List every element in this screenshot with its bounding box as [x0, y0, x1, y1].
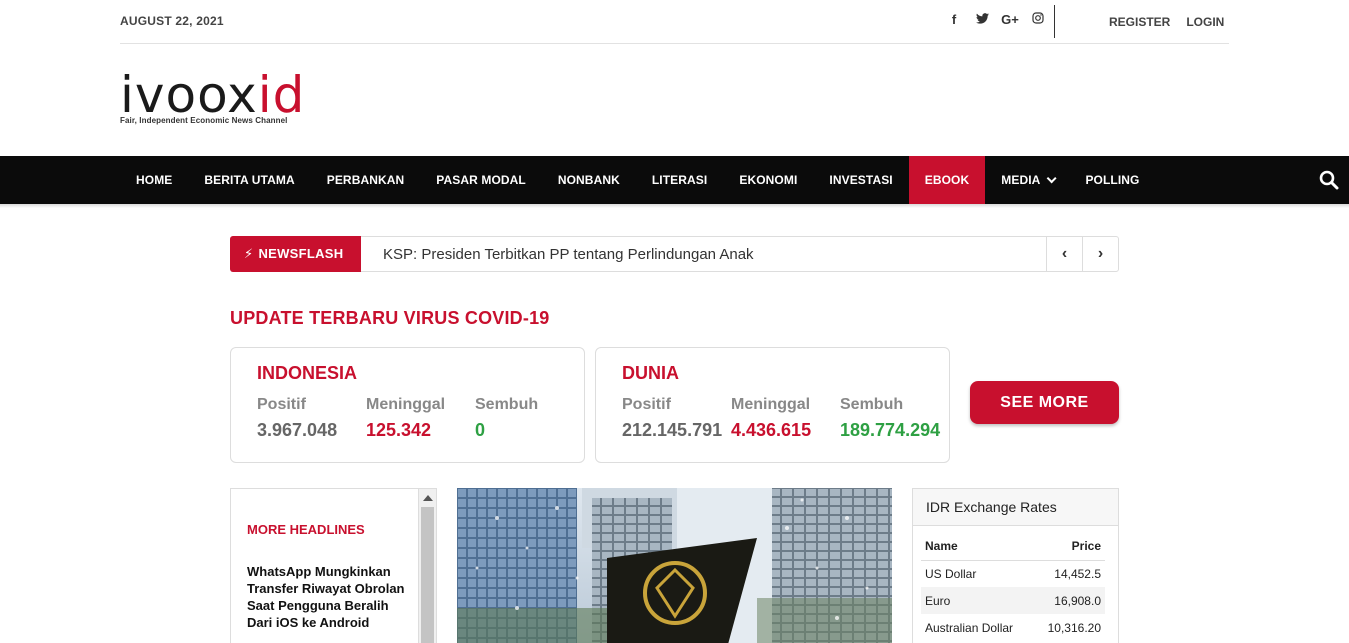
stat-value: 212.145.791 [622, 420, 723, 440]
chevron-down-icon [1047, 173, 1058, 184]
stat-value: 3.967.048 [257, 420, 338, 440]
newsflash-ticker: ⚡ NEWSFLASH KSP: Presiden Terbitkan PP te… [230, 236, 1119, 272]
stat-value: 189.774.294 [840, 420, 941, 440]
lightning-icon: ⚡ [244, 246, 254, 261]
currency-name: US Dollar [925, 566, 977, 581]
stat-label: Sembuh [840, 396, 904, 413]
stat-sembuh: Sembuh 189.774.294 [840, 396, 940, 441]
exchange-rates-widget: IDR Exchange Rates Name Price US Dollar … [912, 488, 1119, 643]
nav-item-nonbank[interactable]: NONBANK [542, 156, 636, 204]
search-icon[interactable] [1319, 170, 1339, 190]
register-link[interactable]: REGISTER [1109, 15, 1170, 29]
nav-item-literasi[interactable]: LITERASI [636, 156, 723, 204]
column-header-price: Price [1033, 533, 1105, 561]
nav-item-pasar-modal[interactable]: PASAR MODAL [420, 156, 542, 204]
scrollbar-thumb[interactable] [421, 507, 434, 643]
currency-price: 16,908.0 [1033, 587, 1105, 614]
social-links: f G+ [940, 12, 1052, 27]
table-header-row: Name Price [921, 533, 1105, 561]
nav-item-media[interactable]: MEDIA [985, 156, 1069, 204]
exchange-rates-table: Name Price US Dollar 14,452.5 Euro 16,90… [921, 533, 1105, 641]
nav-item-home[interactable]: HOME [120, 156, 188, 204]
stat-value: 125.342 [366, 420, 432, 440]
stat-value: 0 [475, 420, 486, 440]
covid-section-title: UPDATE TERBARU VIRUS COVID-19 [230, 308, 550, 328]
card-title: INDONESIA [257, 363, 358, 383]
login-link[interactable]: LOGIN [1186, 15, 1224, 29]
table-row: Euro 16,908.0 [921, 587, 1105, 614]
stat-positif: Positif 212.145.791 [622, 396, 722, 441]
card-title: DUNIA [622, 363, 679, 383]
featured-article-image[interactable] [457, 488, 892, 643]
scrollbar[interactable] [418, 489, 436, 643]
instagram-icon[interactable] [1024, 12, 1052, 27]
stat-label: Positif [622, 396, 671, 413]
nav-item-ekonomi[interactable]: EKONOMI [723, 156, 813, 204]
headline-link[interactable]: WhatsApp Mungkinkan Transfer Riwayat Obr… [247, 563, 407, 631]
nav-item-ebook[interactable]: EBOOK [908, 156, 986, 204]
nav-item-polling[interactable]: POLLING [1069, 156, 1155, 204]
main-navigation: HOME BERITA UTAMA PERBANKAN PASAR MODAL … [0, 156, 1349, 208]
current-date: AUGUST 22, 2021 [120, 14, 224, 28]
top-bar-divider [1054, 5, 1055, 38]
newsflash-label: ⚡ NEWSFLASH [230, 236, 361, 272]
stat-sembuh: Sembuh 0 [475, 396, 538, 441]
site-logo[interactable]: ivooxid Fair, Independent Economic News … [120, 70, 305, 125]
stat-label: Meninggal [366, 396, 446, 413]
exchange-rates-title: IDR Exchange Rates [913, 489, 1118, 526]
google-plus-icon[interactable]: G+ [996, 12, 1024, 27]
chevron-left-icon[interactable]: ‹ [1046, 237, 1082, 271]
nav-item-media-label: MEDIA [1001, 173, 1041, 187]
stat-label: Positif [257, 396, 306, 413]
nav-item-perbankan[interactable]: PERBANKAN [311, 156, 421, 204]
table-row: US Dollar 14,452.5 [921, 560, 1105, 587]
building-photo [457, 488, 892, 643]
stat-label: Meninggal [731, 396, 811, 413]
stat-meninggal: Meninggal 125.342 [366, 396, 445, 441]
newsflash-headline[interactable]: KSP: Presiden Terbitkan PP tentang Perli… [383, 246, 754, 263]
more-headlines-panel: MORE HEADLINES WhatsApp Mungkinkan Trans… [230, 488, 437, 643]
stat-meninggal: Meninggal 4.436.615 [731, 396, 811, 441]
currency-price: 14,452.5 [1054, 566, 1101, 581]
auth-links: REGISTER LOGIN [1109, 15, 1224, 29]
facebook-icon[interactable]: f [940, 12, 968, 27]
see-more-button[interactable]: SEE MORE [970, 381, 1119, 424]
more-headlines-title: MORE HEADLINES [247, 522, 365, 537]
currency-name: Euro [921, 587, 1034, 614]
column-header-name: Name [921, 533, 1034, 561]
top-bar: AUGUST 22, 2021 f G+ REGISTER LOGIN [120, 0, 1229, 44]
stat-value: 4.436.615 [731, 420, 812, 440]
logo-wordmark: ivooxid [120, 66, 306, 124]
nav-shadow [0, 204, 1349, 208]
nav-item-investasi[interactable]: INVESTASI [813, 156, 908, 204]
newsflash-controls: ‹ › [1046, 237, 1118, 271]
stat-positif: Positif 3.967.048 [257, 396, 337, 441]
covid-card-indonesia: INDONESIA Positif 3.967.048 Meninggal 12… [230, 347, 585, 463]
scroll-up-icon[interactable] [423, 495, 433, 501]
table-row: Australian Dollar 10,316.20 [921, 614, 1105, 641]
nav-item-berita-utama[interactable]: BERITA UTAMA [188, 156, 310, 204]
currency-price: 10,316.20 [1047, 620, 1101, 635]
stat-label: Sembuh [475, 396, 539, 413]
logo-tagline: Fair, Independent Economic News Channel [120, 116, 288, 125]
chevron-right-icon[interactable]: › [1082, 237, 1118, 271]
covid-card-dunia: DUNIA Positif 212.145.791 Meninggal 4.43… [595, 347, 950, 463]
currency-name: Australian Dollar [925, 620, 1014, 635]
twitter-icon[interactable] [968, 12, 996, 27]
